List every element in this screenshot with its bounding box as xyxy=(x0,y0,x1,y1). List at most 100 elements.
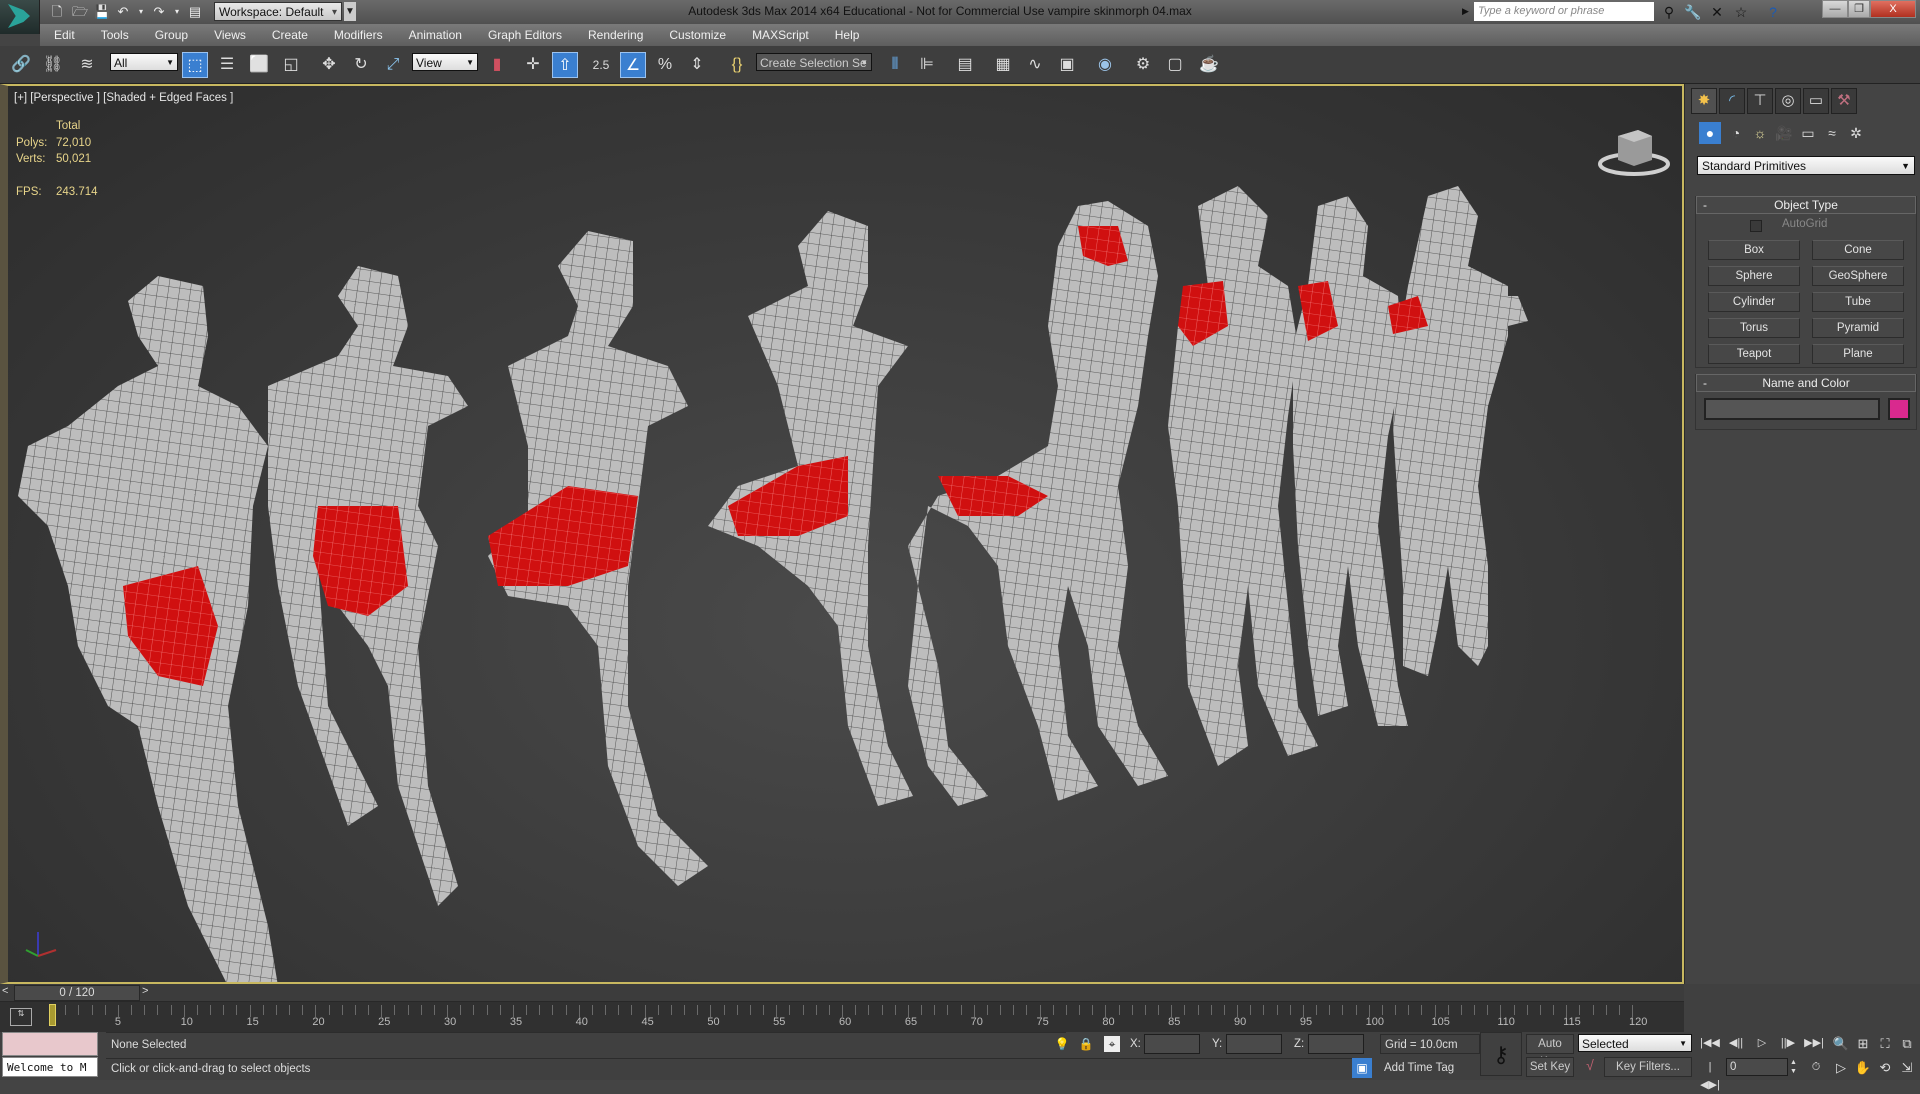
menu-views[interactable]: Views xyxy=(214,28,246,42)
search-expand-icon[interactable]: ▶ xyxy=(1462,6,1469,17)
minimize-button[interactable]: — xyxy=(1822,0,1848,18)
menu-graph-editors[interactable]: Graph Editors xyxy=(488,28,562,42)
menu-tools[interactable]: Tools xyxy=(101,28,129,42)
play-icon[interactable]: ▷ xyxy=(1752,1034,1772,1052)
named-selection-sets-dropdown[interactable]: Create Selection Se xyxy=(756,53,872,72)
zoom-icon[interactable]: 🔍 xyxy=(1830,1034,1852,1054)
character-mesh-3[interactable] xyxy=(488,231,708,886)
cone-button[interactable]: Cone xyxy=(1812,240,1904,260)
object-category-dropdown[interactable]: Standard Primitives xyxy=(1697,156,1915,176)
create-tab-icon[interactable]: ✸ xyxy=(1691,88,1717,114)
zoom-all-icon[interactable]: ⊞ xyxy=(1852,1034,1874,1054)
character-mesh-7[interactable] xyxy=(1293,196,1408,726)
hierarchy-tab-icon[interactable]: ⊤ xyxy=(1747,88,1773,114)
menu-help[interactable]: Help xyxy=(835,28,860,42)
z-coordinate-input[interactable] xyxy=(1308,1034,1364,1054)
menu-rendering[interactable]: Rendering xyxy=(588,28,643,42)
space-warps-category-icon[interactable]: ≈ xyxy=(1821,122,1843,144)
menu-edit[interactable]: Edit xyxy=(54,28,75,42)
restore-button[interactable]: ❐ xyxy=(1848,0,1870,18)
render-setup-icon[interactable]: ⚙ xyxy=(1130,52,1156,78)
y-coordinate-input[interactable] xyxy=(1226,1034,1282,1054)
motion-tab-icon[interactable]: ◎ xyxy=(1775,88,1801,114)
scene-meshes[interactable] xyxy=(8,86,1684,982)
object-type-rollout-header[interactable]: - Object Type xyxy=(1696,196,1916,214)
select-and-manipulate-icon[interactable]: ✛ xyxy=(520,52,546,78)
menu-animation[interactable]: Animation xyxy=(409,28,462,42)
selection-filter-dropdown[interactable]: All xyxy=(110,53,178,72)
binoculars-search-icon[interactable]: ⚲ xyxy=(1660,3,1678,21)
reference-coordinate-dropdown[interactable]: View xyxy=(412,53,478,72)
utilities-tab-icon[interactable]: ⚒ xyxy=(1831,88,1857,114)
edit-named-selection-icon[interactable]: {} xyxy=(724,52,750,78)
track-bar[interactable]: ⇅ 05101520253035404550556065707580859095… xyxy=(0,1002,1684,1032)
select-by-name-icon[interactable]: ☰ xyxy=(214,52,240,78)
favorites-star-icon[interactable]: ☆ xyxy=(1732,3,1750,21)
lights-category-icon[interactable]: ☼ xyxy=(1749,122,1771,144)
spinner-snap-toggle-icon[interactable]: ⇕ xyxy=(684,52,710,78)
maxscript-mini-listener[interactable] xyxy=(2,1032,98,1056)
x-coordinate-input[interactable] xyxy=(1144,1034,1200,1054)
set-keys-key-icon[interactable]: ⚷ xyxy=(1480,1032,1522,1076)
tube-button[interactable]: Tube xyxy=(1812,292,1904,312)
select-and-rotate-icon[interactable]: ↻ xyxy=(348,52,374,78)
pan-view-icon[interactable]: ✋ xyxy=(1852,1058,1874,1078)
modify-tab-icon[interactable]: ◜ xyxy=(1719,88,1745,114)
mirror-icon[interactable]: ⫴ xyxy=(882,52,908,78)
open-mini-curve-editor-icon[interactable]: ⇅ xyxy=(10,1008,32,1026)
viewcube[interactable] xyxy=(1594,122,1674,182)
torus-button[interactable]: Torus xyxy=(1708,318,1800,338)
key-mode-dropdown[interactable]: Selected xyxy=(1578,1034,1692,1053)
character-mesh-2[interactable] xyxy=(268,266,468,906)
character-mesh-1[interactable] xyxy=(18,276,278,982)
rectangular-selection-icon[interactable]: ⬜ xyxy=(246,52,272,78)
select-and-link-icon[interactable]: 🔗 xyxy=(8,52,34,78)
absolute-mode-transform-icon[interactable]: ⌖ xyxy=(1104,1036,1120,1052)
close-button[interactable]: X xyxy=(1870,0,1916,18)
teapot-button[interactable]: Teapot xyxy=(1708,344,1800,364)
key-filters-button[interactable]: Key Filters... xyxy=(1604,1057,1692,1077)
timeline-ruler[interactable]: 0510152025303540455055606570758085909510… xyxy=(49,1002,1647,1032)
select-and-move-icon[interactable]: ✥ xyxy=(316,52,342,78)
help-icon[interactable]: ? xyxy=(1764,3,1782,21)
current-frame-marker[interactable] xyxy=(49,1004,56,1026)
curve-editor-icon[interactable]: ∿ xyxy=(1022,52,1048,78)
key-mode-toggle-icon[interactable]: |◀▶| xyxy=(1700,1058,1720,1091)
time-tag-icon[interactable]: ▣ xyxy=(1352,1058,1372,1078)
default-in-out-tangent-icon[interactable]: √ xyxy=(1580,1057,1600,1077)
object-color-swatch[interactable] xyxy=(1888,398,1910,420)
helpers-category-icon[interactable]: ▭ xyxy=(1797,122,1819,144)
orbit-icon[interactable]: ⟲ xyxy=(1874,1058,1896,1078)
go-to-end-icon[interactable]: ▶▶| xyxy=(1804,1034,1824,1052)
frame-spinner[interactable]: ▲ ▼ xyxy=(1790,1058,1800,1076)
object-name-input[interactable] xyxy=(1704,398,1880,420)
communication-center-icon[interactable]: ✕ xyxy=(1708,3,1726,21)
time-slider[interactable]: < 0 / 120 > xyxy=(0,984,1684,1002)
search-input[interactable]: Type a keyword or phrase xyxy=(1474,2,1654,21)
select-and-scale-icon[interactable]: ⤢ xyxy=(380,52,406,78)
name-and-color-rollout-header[interactable]: - Name and Color xyxy=(1696,374,1916,392)
window-crossing-icon[interactable]: ◱ xyxy=(278,52,304,78)
field-of-view-icon[interactable]: ▷ xyxy=(1830,1058,1852,1078)
maxscript-listener-output[interactable]: Welcome to M xyxy=(2,1057,98,1077)
character-mesh-5[interactable] xyxy=(908,201,1168,806)
previous-frame-icon[interactable]: < xyxy=(2,985,14,1001)
angle-snap-toggle-icon[interactable]: ∠ xyxy=(620,52,646,78)
character-mesh-4[interactable] xyxy=(708,211,913,806)
autogrid-checkbox[interactable] xyxy=(1750,220,1762,232)
maximize-viewport-toggle-icon[interactable]: ⇲ xyxy=(1896,1058,1918,1078)
isolate-selection-icon[interactable]: 💡 xyxy=(1054,1036,1070,1052)
bind-to-space-warp-icon[interactable]: ≋ xyxy=(74,52,100,78)
auto-key-button[interactable]: Auto Key xyxy=(1526,1034,1574,1068)
zoom-extents-all-icon[interactable]: ⧉ xyxy=(1896,1034,1918,1054)
perspective-viewport[interactable]: [+] [Perspective ] [Shaded + Edged Faces… xyxy=(0,84,1684,984)
cameras-category-icon[interactable]: 🎥 xyxy=(1773,122,1795,144)
current-frame-input[interactable]: 0 xyxy=(1726,1058,1788,1076)
sphere-button[interactable]: Sphere xyxy=(1708,266,1800,286)
menu-customize[interactable]: Customize xyxy=(669,28,726,42)
unlink-selection-icon[interactable]: ⛓ xyxy=(40,52,66,78)
go-to-start-icon[interactable]: |◀◀ xyxy=(1700,1034,1720,1052)
cylinder-button[interactable]: Cylinder xyxy=(1708,292,1800,312)
pyramid-button[interactable]: Pyramid xyxy=(1812,318,1904,338)
geosphere-button[interactable]: GeoSphere xyxy=(1812,266,1904,286)
